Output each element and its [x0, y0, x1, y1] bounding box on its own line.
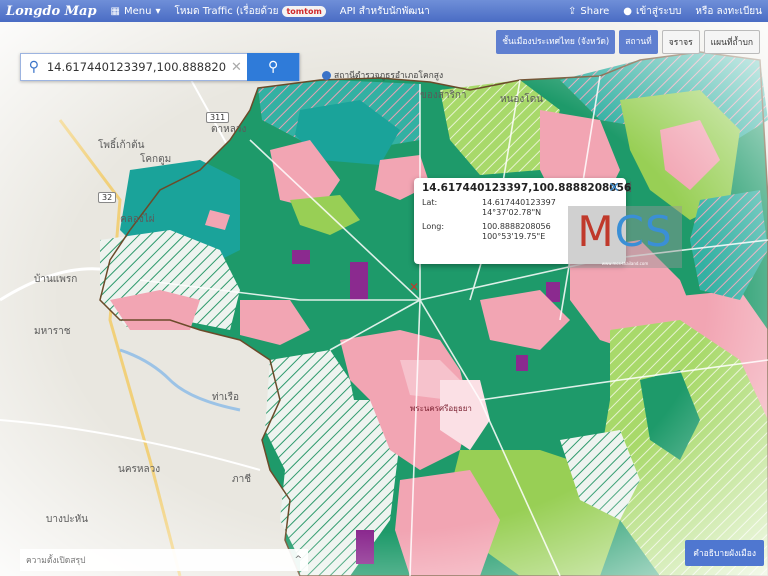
- place-label: หนองโดน: [500, 94, 544, 105]
- grid-icon: ▦: [110, 5, 120, 17]
- mcs-watermark: MCS www.mcs-thailand.com: [568, 206, 682, 268]
- user-icon: ●: [623, 5, 632, 17]
- coordinate-search-box: ⚲ ✕ ⚲: [20, 53, 300, 81]
- register-link[interactable]: หรือ ลงทะเบียน: [695, 4, 762, 19]
- search-button[interactable]: ⚲: [247, 53, 299, 81]
- zoning-legend-button[interactable]: คำอธิบายผังเมือง: [685, 540, 764, 566]
- place-label: ภาชี: [232, 474, 251, 485]
- lat-label: Lat:: [422, 198, 438, 207]
- history-label: ความตั้งเปิดสรุป: [26, 556, 86, 566]
- place-label: มหาราช: [34, 326, 71, 337]
- vignette-overlay: [0, 22, 768, 576]
- search-input[interactable]: [46, 60, 226, 74]
- long-dms: 100°53'19.75"E: [482, 232, 546, 241]
- popup-title: 14.617440123397,100.8888208056: [422, 182, 632, 194]
- tomtom-badge: tomtom: [282, 5, 326, 17]
- basemap-select[interactable]: แผนที่ถ้ำบก: [703, 30, 760, 54]
- watermark-m: M: [577, 207, 615, 256]
- chevron-down-icon: ▾: [155, 5, 161, 17]
- history-bar[interactable]: ความตั้งเปิดสรุป ^: [20, 549, 308, 571]
- long-label: Long:: [422, 222, 445, 231]
- clear-icon[interactable]: ✕: [226, 60, 248, 75]
- traffic-mode-label: โหมด Traffic (เรื่อยด้วย: [174, 5, 279, 17]
- place-label: ท่าเรือ: [212, 392, 240, 403]
- location-marker-icon: ✕: [409, 280, 420, 294]
- long-decimal: 100.8888208056: [482, 222, 551, 231]
- traffic-mode-link[interactable]: โหมด Traffic (เรื่อยด้วย tomtom: [175, 4, 326, 19]
- share-button[interactable]: ⇪ Share: [568, 6, 609, 17]
- search-icon: ⚲: [268, 59, 279, 75]
- road-number-badge: 32: [98, 192, 117, 203]
- province-layer-button[interactable]: ชั้นเมืองประเทศไทย (จังหวัด): [496, 30, 616, 54]
- watermark-logo: MCS: [568, 206, 682, 258]
- place-label: ของสาริกา: [420, 90, 467, 101]
- place-label: โคกตูม: [140, 154, 172, 165]
- top-navigation-bar: Longdo Map ▦ Menu ▾ โหมด Traffic (เรื่อย…: [0, 0, 768, 22]
- share-icon: ⇪: [568, 5, 577, 17]
- menu-button[interactable]: ▦ Menu ▾: [111, 6, 161, 17]
- police-station-icon: [322, 70, 331, 80]
- place-label: บางปะหัน: [46, 514, 88, 525]
- long-values: 100.8888208056 100°53'19.75"E: [482, 222, 551, 242]
- place-label: นครหลวง: [118, 464, 161, 475]
- traffic-layer-button[interactable]: จราจร: [661, 30, 700, 54]
- place-layer-button[interactable]: สถานที่: [619, 30, 658, 54]
- api-link[interactable]: API สำหรับนักพัฒนา: [340, 4, 430, 19]
- place-label: คลองไผ่: [120, 214, 155, 225]
- watermark-subtext: www.mcs-thailand.com: [601, 261, 649, 266]
- lat-decimal: 14.617440123397: [482, 198, 556, 207]
- lat-dms: 14°37'02.78"N: [482, 208, 542, 217]
- app-logo[interactable]: Longdo Map: [6, 4, 97, 19]
- poi-label: สถานีตำรวจภูธรอำเภอโคกสูง: [334, 71, 444, 81]
- close-icon[interactable]: ✕: [608, 180, 620, 196]
- zoning-map: [0, 22, 768, 576]
- login-label: เข้าสู่ระบบ: [635, 5, 682, 17]
- login-link[interactable]: ● เข้าสู่ระบบ: [623, 4, 681, 19]
- search-icon: ⚲: [28, 59, 40, 75]
- share-label: Share: [580, 5, 610, 17]
- map-canvas[interactable]: ตาหลวง โพธิ์เก้าต้น โคกตูม บ้านแพรก มหาร…: [0, 22, 768, 576]
- place-label: บ้านแพรก: [34, 274, 78, 285]
- lat-values: 14.617440123397 14°37'02.78"N: [482, 198, 556, 218]
- menu-label: Menu: [124, 5, 152, 17]
- place-label: ตาหลวง: [211, 124, 247, 135]
- place-label: โพธิ์เก้าต้น: [98, 140, 145, 151]
- chevron-up-icon[interactable]: ^: [294, 555, 302, 565]
- poi-police-station[interactable]: สถานีตำรวจภูธรอำเภอโคกสูง: [322, 68, 443, 82]
- road-number-badge: 311: [206, 112, 230, 123]
- watermark-cs: CS: [614, 207, 673, 256]
- layer-controls: ชั้นเมืองประเทศไทย (จังหวัด) สถานที่ จรา…: [496, 30, 760, 54]
- place-label: พระนครศรีอยุธยา: [410, 404, 472, 413]
